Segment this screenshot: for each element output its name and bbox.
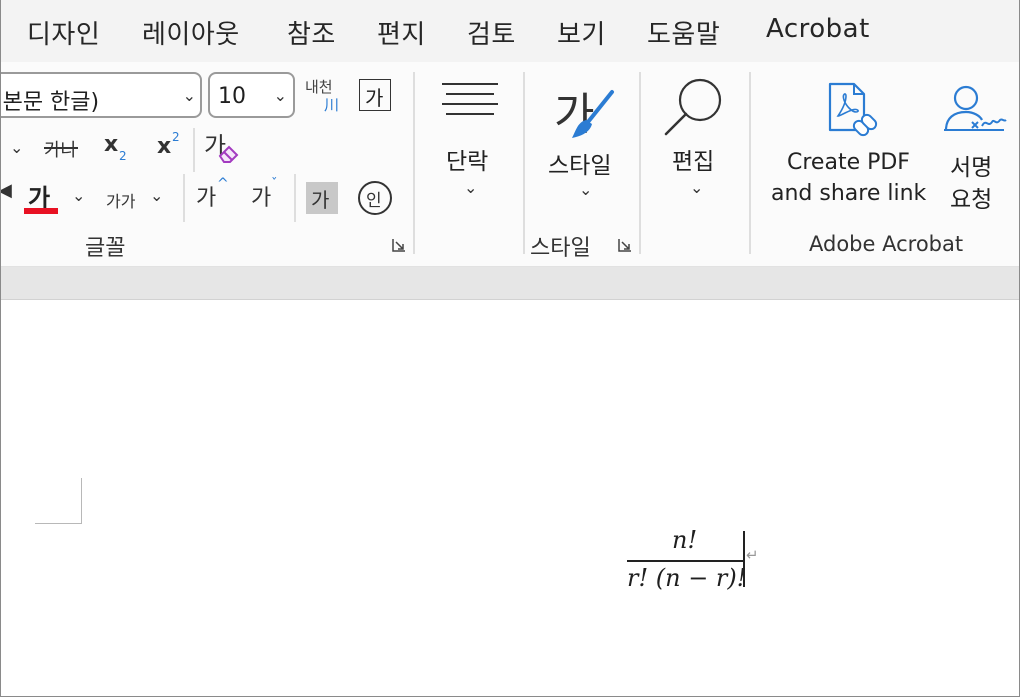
eraser-icon xyxy=(218,145,239,163)
font-name-combobox[interactable]: (본문 한글) ⌄ xyxy=(0,72,202,118)
tab-view[interactable]: 보기 xyxy=(557,14,606,51)
font-color-swatch xyxy=(24,208,58,214)
styles-button[interactable]: 가 스타일 ⌄ xyxy=(544,74,628,206)
character-border-button[interactable]: 가 xyxy=(359,79,391,111)
chevron-down-icon: ⌄ xyxy=(579,180,593,199)
group-divider xyxy=(639,72,641,254)
subscript-number: 2 xyxy=(119,149,127,163)
create-pdf-label-line2: and share link xyxy=(771,181,927,206)
styles-group-label: 스타일 xyxy=(530,236,591,261)
fraction-bar xyxy=(627,560,743,562)
strikethrough-button[interactable]: 가나 xyxy=(44,134,80,161)
clear-formatting-button[interactable]: 가 xyxy=(204,126,244,166)
request-signature-line1: 서명 xyxy=(950,155,993,181)
enclose-characters-glyph: 인 xyxy=(366,191,382,211)
chevron-down-icon: ⌄ xyxy=(690,178,704,197)
request-signature-button[interactable]: 서명 요청 xyxy=(938,76,1010,216)
superscript-number: 2 xyxy=(172,130,180,144)
chevron-down-icon: ⌄ xyxy=(464,178,478,197)
tab-design[interactable]: 디자인 xyxy=(27,14,100,51)
strikethrough-line xyxy=(44,147,78,149)
grow-font-glyph: 가 xyxy=(196,186,217,211)
paragraph-lines-icon xyxy=(442,83,498,115)
dialog-launcher-icon[interactable] xyxy=(391,237,407,253)
cut-off-control: ◀ xyxy=(0,180,12,201)
document-canvas[interactable] xyxy=(0,300,1020,697)
create-pdf-label-line1: Create PDF xyxy=(787,150,910,175)
shrink-font-button[interactable]: 가 ˇ xyxy=(251,177,287,212)
caret-down-icon: ˇ xyxy=(271,177,278,192)
character-border-glyph: 가 xyxy=(365,86,384,110)
tab-references[interactable]: 참조 xyxy=(287,14,336,51)
dialog-launcher-icon[interactable] xyxy=(617,237,633,253)
font-group-label: 글꼴 xyxy=(85,236,126,261)
enclose-characters-button[interactable]: 인 xyxy=(358,181,392,215)
chevron-down-icon[interactable]: ⌄ xyxy=(72,186,85,205)
editing-button[interactable]: 편집 ⌄ xyxy=(662,74,732,204)
divider xyxy=(183,174,185,222)
paintbrush-icon xyxy=(572,90,614,138)
editing-label: 편집 xyxy=(672,149,715,175)
signature-request-icon xyxy=(944,85,1007,131)
tab-help[interactable]: 도움말 xyxy=(647,14,720,51)
document-header-band xyxy=(0,267,1020,300)
page-margin-corner-mark xyxy=(35,523,82,524)
change-case-glyph: 가가 xyxy=(106,192,136,211)
caret-up-icon: ^ xyxy=(217,176,229,192)
page-margin-corner-mark xyxy=(81,478,82,524)
paragraph-button[interactable]: 단락 ⌄ xyxy=(436,76,502,206)
tab-review[interactable]: 검토 xyxy=(467,14,516,51)
superscript-button[interactable]: x 2 xyxy=(157,130,187,166)
chevron-down-icon[interactable]: ⌄ xyxy=(150,186,163,205)
character-shading-glyph: 가 xyxy=(311,188,330,212)
phonetic-guide-button[interactable]: 내천 川 xyxy=(305,74,339,114)
divider xyxy=(193,128,195,172)
change-case-button[interactable]: 가가 xyxy=(106,188,146,212)
tab-layout[interactable]: 레이아웃 xyxy=(142,14,240,51)
font-name-value: (본문 한글) xyxy=(0,90,100,115)
pdf-link-icon xyxy=(828,82,878,137)
chevron-down-icon[interactable]: ⌄ xyxy=(183,86,196,105)
superscript-x: x xyxy=(157,134,172,159)
subscript-x: x xyxy=(104,132,119,157)
paragraph-mark-icon: ↵ xyxy=(746,546,759,564)
paragraph-label: 단락 xyxy=(446,149,489,175)
tab-acrobat[interactable]: Acrobat xyxy=(766,14,870,44)
styles-label: 스타일 xyxy=(548,153,612,179)
grow-font-button[interactable]: 가 ^ xyxy=(196,176,232,212)
font-color-button[interactable]: 가 xyxy=(24,178,60,216)
equation-numerator: n! xyxy=(672,526,698,554)
chevron-down-icon[interactable]: ⌄ xyxy=(10,138,23,157)
ribbon: (본문 한글) ⌄ 10 ⌄ 내천 川 가 ⌄ 가나 x 2 x 2 가 ◀ 가… xyxy=(0,62,1020,267)
strikethrough-glyph: 가나 xyxy=(44,140,78,161)
equation-denominator: r! (n − r)! xyxy=(627,564,747,592)
phonetic-guide-bottom: 川 xyxy=(324,96,340,114)
group-divider xyxy=(749,72,751,254)
magnifier-icon xyxy=(664,78,722,136)
character-shading-button[interactable]: 가 xyxy=(306,182,338,214)
subscript-button[interactable]: x 2 xyxy=(104,132,134,166)
acrobat-group-label: Adobe Acrobat xyxy=(809,232,964,256)
tab-mailings[interactable]: 편지 xyxy=(377,14,426,51)
create-pdf-share-link-button[interactable]: Create PDF and share link xyxy=(766,76,926,216)
menu-bar: 디자인 레이아웃 참조 편지 검토 보기 도움말 Acrobat xyxy=(0,0,1020,62)
group-divider xyxy=(523,72,525,254)
font-size-combobox[interactable]: 10 ⌄ xyxy=(208,72,295,118)
divider xyxy=(294,174,296,222)
shrink-font-glyph: 가 xyxy=(251,186,272,211)
group-divider xyxy=(413,72,415,254)
font-size-value: 10 xyxy=(218,84,246,109)
request-signature-line2: 요청 xyxy=(950,187,993,213)
chevron-down-icon[interactable]: ⌄ xyxy=(274,86,287,105)
text-cursor xyxy=(743,531,745,587)
